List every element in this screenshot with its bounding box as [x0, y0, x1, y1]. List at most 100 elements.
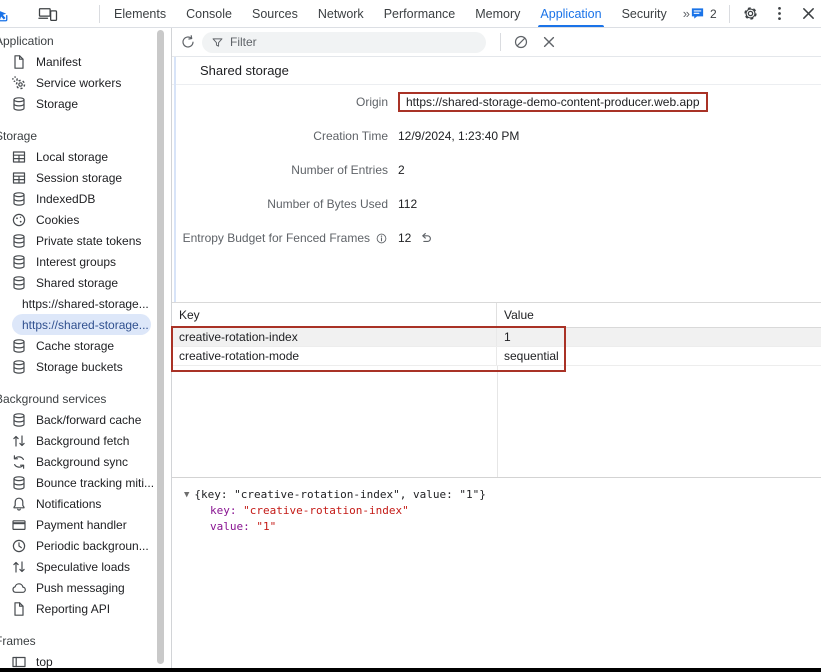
sidebar-item-cookies[interactable]: Cookies	[0, 209, 156, 230]
kebab-menu-icon[interactable]	[771, 5, 788, 22]
field-row-entropy-budget-for-fenced-frames: Entropy Budget for Fenced Frames12	[172, 221, 821, 255]
sidebar-item-manifest[interactable]: Manifest	[0, 51, 156, 72]
service-worker-icon	[11, 75, 27, 91]
tab-network[interactable]: Network	[308, 0, 374, 27]
preview-object-summary[interactable]: ▼ {key: "creative-rotation-index", value…	[184, 487, 821, 503]
info-icon[interactable]	[375, 232, 388, 245]
issues-icon	[690, 6, 705, 21]
sidebar-item-interest-groups[interactable]: Interest groups	[0, 251, 156, 272]
field-label: Creation Time	[172, 129, 388, 143]
sidebar-item-storage[interactable]: Storage	[0, 93, 156, 114]
sidebar-item-label: IndexedDB	[36, 192, 95, 206]
sidebar-item-https-shared-storage[interactable]: https://shared-storage...	[12, 314, 151, 335]
divider	[729, 5, 730, 23]
sidebar-item-label: Speculative loads	[36, 560, 130, 574]
sidebar-item-periodic-backgroun[interactable]: Periodic backgroun...	[0, 535, 156, 556]
tab-security[interactable]: Security	[612, 0, 677, 27]
sidebar-item-label: Shared storage	[36, 276, 118, 290]
file-icon	[11, 54, 27, 70]
screen-bottom-edge	[0, 668, 821, 672]
sidebar-item-label: Background fetch	[36, 434, 129, 448]
sidebar-item-label: Local storage	[36, 150, 108, 164]
sidebar-item-payment-handler[interactable]: Payment handler	[0, 514, 156, 535]
annotation-box-origin: https://shared-storage-demo-content-prod…	[398, 92, 708, 112]
block-icon[interactable]	[513, 34, 529, 50]
panel-toolbar: Filter	[172, 28, 821, 57]
divider	[500, 33, 501, 51]
tab-label: Memory	[475, 7, 520, 21]
tab-elements[interactable]: Elements	[104, 0, 176, 27]
tab-sources[interactable]: Sources	[242, 0, 308, 27]
tab-memory[interactable]: Memory	[465, 0, 530, 27]
sidebar-item-service-workers[interactable]: Service workers	[0, 72, 156, 93]
table-column-divider[interactable]	[497, 366, 498, 477]
sidebar-item-background-fetch[interactable]: Background fetch	[0, 430, 156, 451]
devtools-tabbar: ElementsConsole Sources Network Performance…	[0, 0, 821, 28]
sidebar-item-push-messaging[interactable]: Push messaging	[0, 577, 156, 598]
sidebar-item-session-storage[interactable]: Session storage	[0, 167, 156, 188]
sidebar-item-private-state-tokens[interactable]: Private state tokens	[0, 230, 156, 251]
sidebar-item-back-forward-cache[interactable]: Back/forward cache	[0, 409, 156, 430]
clear-icon[interactable]	[541, 34, 557, 50]
sidebar-item-label: Reporting API	[36, 602, 110, 616]
sidebar-item-storage-buckets[interactable]: Storage buckets	[0, 356, 156, 377]
settings-gear-icon[interactable]	[742, 5, 759, 22]
sidebar-item-https-shared-storage[interactable]: https://shared-storage...	[12, 293, 151, 314]
tab-console[interactable]: Console	[176, 0, 242, 27]
table-row[interactable]: creative-rotation-modesequential	[172, 347, 821, 366]
sidebar-item-label: Periodic backgroun...	[36, 539, 149, 553]
tab-application[interactable]: Application	[530, 0, 611, 27]
sync-icon	[11, 454, 27, 470]
field-value-text: 112	[398, 197, 417, 211]
column-header-value[interactable]: Value	[497, 303, 821, 327]
device-toolbar-icon[interactable]	[38, 5, 58, 22]
sidebar-item-local-storage[interactable]: Local storage	[0, 146, 156, 167]
table-icon	[11, 170, 27, 186]
property-name: value:	[210, 520, 256, 533]
object-summary-text: {key: "creative-rotation-index", value: …	[194, 487, 485, 503]
column-header-key[interactable]: Key	[172, 303, 497, 327]
sidebar-item-label: Background sync	[36, 455, 128, 469]
preview-property: value: "1"	[184, 519, 821, 535]
tabbar-left-icons	[0, 0, 104, 27]
sidebar-item-label: Session storage	[36, 171, 122, 185]
database-icon	[11, 275, 27, 291]
filter-input[interactable]: Filter	[202, 32, 486, 53]
issues-counter[interactable]: 2	[690, 6, 717, 21]
close-devtools-icon[interactable]	[800, 5, 817, 22]
panel-tabs: ElementsConsole Sources Network Performance…	[104, 0, 677, 27]
arrows-updown-icon	[11, 433, 27, 449]
report-title-bar: Shared storage	[172, 57, 821, 85]
tab-label: Sources	[252, 7, 298, 21]
arrows-updown-icon	[11, 559, 27, 575]
table-header-row[interactable]: Key Value	[172, 302, 821, 328]
triangle-expander-icon[interactable]: ▼	[184, 487, 189, 503]
sidebar-item-bounce-tracking-miti[interactable]: Bounce tracking miti...	[0, 472, 156, 493]
tab-performance[interactable]: Performance	[374, 0, 466, 27]
field-label: Origin	[172, 95, 388, 109]
sidebar-item-shared-storage[interactable]: Shared storage	[0, 272, 156, 293]
sidebar-item-cache-storage[interactable]: Cache storage	[0, 335, 156, 356]
sidebar-item-notifications[interactable]: Notifications	[0, 493, 156, 514]
tab-label: Network	[318, 7, 364, 21]
reset-budget-icon[interactable]	[419, 231, 433, 245]
property-value: "creative-rotation-index"	[243, 504, 409, 517]
preview-property: key: "creative-rotation-index"	[184, 503, 821, 519]
divider	[99, 5, 100, 23]
sidebar-item-speculative-loads[interactable]: Speculative loads	[0, 556, 156, 577]
sidebar-scrollbar[interactable]	[157, 30, 164, 664]
application-sidebar: ApplicationManifestService workersStorag…	[0, 28, 172, 672]
sidebar-item-label: Storage	[36, 97, 78, 111]
table-row[interactable]: creative-rotation-index1	[172, 328, 821, 347]
refresh-icon[interactable]	[180, 34, 196, 50]
field-row-number-of-entries: Number of Entries2	[172, 153, 821, 187]
more-tabs-button[interactable]: »	[683, 6, 690, 21]
sidebar-section-application: ApplicationManifestService workersStorag…	[0, 30, 156, 114]
sidebar-item-reporting-api[interactable]: Reporting API	[0, 598, 156, 619]
cell-key: creative-rotation-mode	[172, 347, 497, 365]
sidebar-section-background-services: Background servicesBack/forward cacheBac…	[0, 388, 156, 619]
sidebar-item-indexeddb[interactable]: IndexedDB	[0, 188, 156, 209]
tab-label: Security	[622, 7, 667, 21]
sidebar-item-background-sync[interactable]: Background sync	[0, 451, 156, 472]
inspect-element-icon[interactable]	[0, 5, 9, 23]
